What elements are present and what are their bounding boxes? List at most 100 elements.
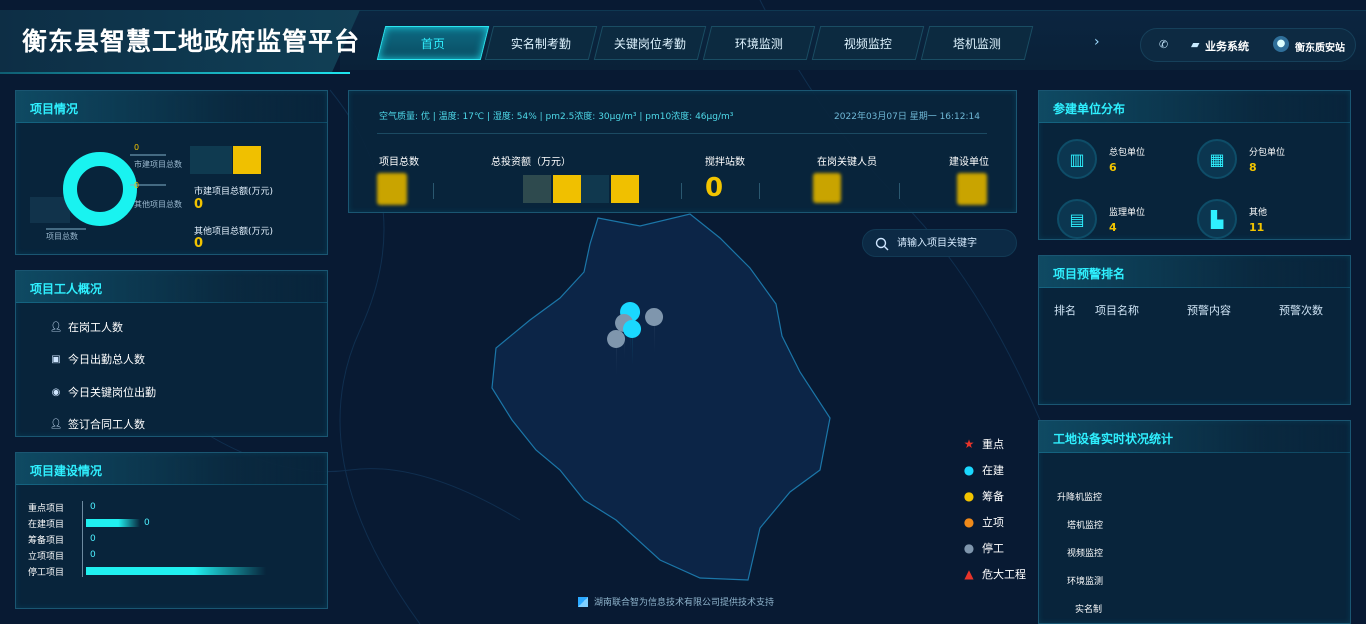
projects-value-masked: [377, 173, 407, 205]
workers-panel: 项目工人概况 👤︎ 在岗工人数 ▣ 今日出勤总人数 ◉ 今日关键岗位出勤 👤︎ 签订合同…: [15, 270, 328, 437]
key-staff-value-masked: [813, 173, 841, 203]
donut-city-label: 市建项目总数: [134, 160, 182, 169]
tab-real-name-attendance[interactable]: 实名制考勤: [484, 26, 598, 60]
city-amount-label: 市建项目总额(万元): [194, 187, 274, 197]
unit-supervisor[interactable]: ▤ 监理单位 4: [1057, 199, 1177, 243]
legend-preparing[interactable]: ● 筹备: [962, 488, 1004, 504]
tab-key-post-attendance[interactable]: 关键岗位考勤: [593, 26, 707, 60]
project-donut-chart[interactable]: [16, 125, 206, 253]
search-icon: [875, 237, 889, 251]
unit-other[interactable]: ▙ 其他 11: [1197, 199, 1317, 243]
stat-label-key-staff: 在岗关键人员: [817, 157, 877, 168]
user-toolbar: ✆ ▰ 业务系统 ● 衡东质安站: [1140, 28, 1356, 62]
user-avatar-icon[interactable]: ●: [1273, 36, 1289, 52]
construction-panel: 项目建设情况 重点项目 0 在建项目 0 筹备项目 0 立项项目 0 停工项目: [15, 452, 328, 609]
briefcase-icon: ▰: [1191, 38, 1200, 51]
stats-panel: 空气质量: 优 | 温度: 17℃ | 湿度: 54% | pm2.5浓度: 3…: [348, 90, 1017, 213]
device-tower-crane[interactable]: 塔机监控: [1067, 518, 1103, 531]
pin-icon: ●: [963, 489, 975, 503]
legend-major-hazard[interactable]: ▲ 危大工程: [962, 566, 1026, 582]
legend-approved[interactable]: ● 立项: [962, 514, 1004, 530]
tab-home[interactable]: 首页: [376, 26, 490, 60]
worker-key-post-attendance[interactable]: ◉ 今日关键岗位出勤: [50, 384, 156, 400]
tab-tower-crane[interactable]: 塔机监测: [920, 26, 1034, 60]
pin-icon: ●: [963, 541, 975, 555]
build-row-preparing[interactable]: 筹备项目 0: [28, 533, 96, 546]
warning-icon: ▲: [964, 567, 974, 581]
worker-today-attendance[interactable]: ▣ 今日出勤总人数: [50, 351, 145, 367]
project-search[interactable]: [862, 229, 1017, 257]
investment-digit-bg: [581, 175, 609, 203]
build-row-key[interactable]: 重点项目 0: [28, 501, 96, 514]
device-video[interactable]: 视频监控: [1067, 546, 1103, 559]
donut-other-value: 0: [134, 181, 140, 190]
person-icon: 👤︎: [49, 418, 63, 430]
tab-environment[interactable]: 环境监测: [702, 26, 816, 60]
worker-contract-signed[interactable]: 👤︎ 签订合同工人数: [50, 416, 145, 432]
panel-title: 工地设备实时状况统计: [1053, 432, 1174, 446]
title-underline: [0, 72, 350, 74]
build-row-approved[interactable]: 立项项目 0: [28, 549, 96, 562]
col-warning-count: 预警次数: [1279, 304, 1323, 317]
panel-title: 项目预警排名: [1053, 267, 1126, 281]
build-row-suspended[interactable]: 停工项目: [28, 565, 270, 578]
buildings-icon: ▦: [1197, 139, 1237, 179]
warnings-panel: 项目预警排名 排名 项目名称 预警内容 预警次数: [1038, 255, 1351, 405]
company-logo-icon: [578, 596, 588, 607]
person-icon: 👤︎: [49, 321, 63, 333]
project-overview-panel: 项目情况 0 市建项目总数 0 其他项目总数 项目总数 市建项目总额(万元) 0…: [15, 90, 328, 255]
phone-icon[interactable]: ✆: [1159, 38, 1168, 51]
app-title: 衡东县智慧工地政府监管平台: [22, 27, 361, 56]
devices-panel: 工地设备实时状况统计 升降机监控 塔机监控 视频监控 环境监测 实名制: [1038, 420, 1351, 624]
house-icon: ▙: [1197, 199, 1237, 239]
building-icon: ▥: [1057, 139, 1097, 179]
tab-video[interactable]: 视频监控: [811, 26, 925, 60]
city-amount-digit-bg: [190, 146, 232, 174]
stat-label-investment: 总投资额（万元）: [491, 157, 571, 168]
col-warning-content: 预警内容: [1187, 304, 1231, 317]
worker-on-duty[interactable]: 👤︎ 在岗工人数: [50, 319, 123, 335]
stat-label-mixing: 搅拌站数: [705, 157, 745, 168]
device-environment[interactable]: 环境监测: [1067, 574, 1103, 587]
city-amount-digit: [233, 146, 261, 174]
other-amount-label: 其他项目总额(万元): [194, 227, 274, 237]
legend-under-construction[interactable]: ● 在建: [962, 462, 1004, 478]
builders-value-masked: [957, 173, 987, 205]
donut-other-label: 其他项目总数: [134, 200, 182, 209]
unit-general-contractor[interactable]: ▥ 总包单位 6: [1057, 139, 1177, 183]
datetime: 2022年03月07日 星期一 16:12:14: [834, 112, 980, 122]
build-row-under-construction[interactable]: 在建项目 0: [28, 517, 150, 530]
other-amount-value: 0: [194, 236, 204, 251]
device-real-name[interactable]: 实名制: [1075, 602, 1102, 615]
office-icon: ▤: [1057, 199, 1097, 239]
panel-title: 项目工人概况: [30, 282, 103, 296]
pin-icon: ●: [963, 463, 975, 477]
location-icon: ◉: [51, 386, 61, 398]
search-input[interactable]: [897, 235, 1012, 251]
city-amount-value: 0: [194, 197, 204, 212]
business-system-link[interactable]: 业务系统: [1205, 38, 1249, 54]
col-rank: 排名: [1054, 304, 1076, 317]
investment-digit: [553, 175, 581, 203]
footer-credit: 湖南联合智为信息技术有限公司提供技术支持: [578, 595, 774, 608]
device-elevator[interactable]: 升降机监控: [1057, 490, 1102, 503]
unit-subcontractor[interactable]: ▦ 分包单位 8: [1197, 139, 1317, 183]
star-icon: ★: [963, 437, 975, 451]
donut-city-value: 0: [134, 143, 140, 152]
legend-suspended[interactable]: ● 停工: [962, 540, 1004, 556]
chevron-right-icon[interactable]: ›: [1094, 34, 1100, 50]
mixing-station-value: 0: [705, 173, 724, 203]
investment-digit-bg: [523, 175, 551, 203]
legend-key[interactable]: ★ 重点: [962, 436, 1004, 452]
panel-title: 项目建设情况: [30, 464, 103, 478]
panel-title: 项目情况: [30, 102, 79, 116]
units-panel: 参建单位分布 ▥ 总包单位 6 ▦ 分包单位 8 ▤ 监理单位 4 ▙ 其他 1…: [1038, 90, 1351, 240]
pin-icon: ●: [963, 515, 975, 529]
header: 衡东县智慧工地政府监管平台 首页 实名制考勤 关键岗位考勤 环境监测 视频监控 …: [0, 0, 1366, 74]
stat-label-projects: 项目总数: [379, 157, 419, 168]
user-name[interactable]: 衡东质安站: [1295, 39, 1345, 54]
investment-digit: [611, 175, 639, 203]
donut-total-label: 项目总数: [46, 232, 78, 241]
environment-info: 空气质量: 优 | 温度: 17℃ | 湿度: 54% | pm2.5浓度: 3…: [379, 112, 734, 122]
stat-label-builders: 建设单位: [949, 157, 989, 168]
